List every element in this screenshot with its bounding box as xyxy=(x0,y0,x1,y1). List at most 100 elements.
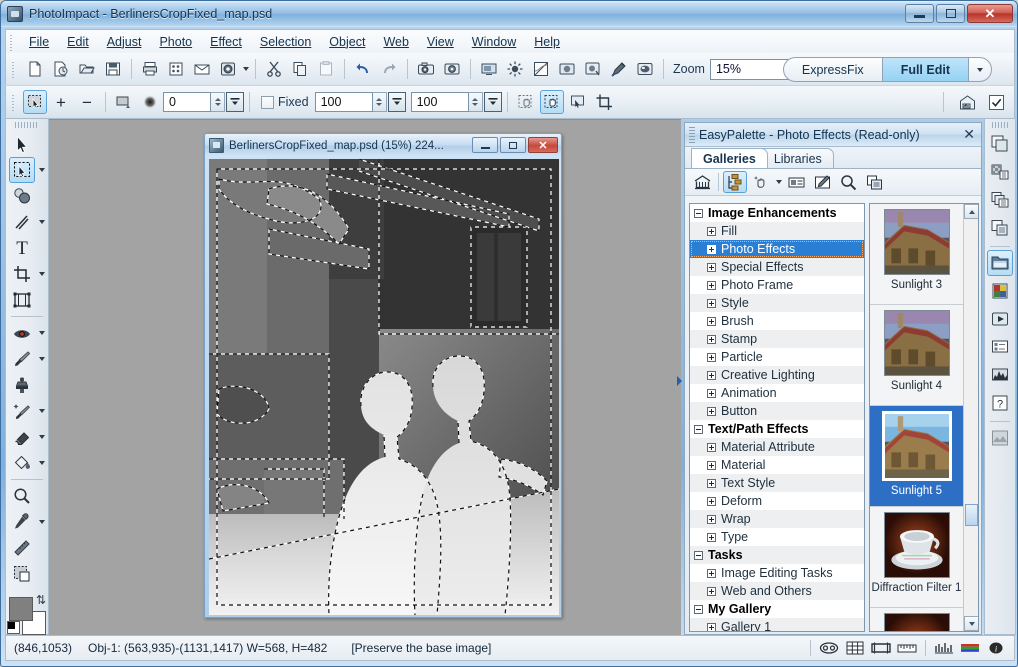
new-file-icon[interactable] xyxy=(23,57,47,81)
save-icon[interactable] xyxy=(101,57,125,81)
close-icon[interactable]: ✕ xyxy=(963,127,975,141)
standard-selection-tool-icon[interactable] xyxy=(9,157,35,184)
apply-hand-icon[interactable] xyxy=(749,171,773,193)
tree-item-photo-effects[interactable]: Photo Effects xyxy=(690,240,864,258)
panel-collapse-arrow[interactable] xyxy=(677,376,683,386)
color-bars-icon[interactable] xyxy=(958,638,982,658)
new-from-template-icon[interactable] xyxy=(49,57,73,81)
tree-item-type[interactable]: Type xyxy=(690,528,864,546)
tool-row-clone[interactable] xyxy=(6,372,48,398)
object-manager-icon[interactable] xyxy=(987,187,1013,213)
ruler-toggle-icon[interactable] xyxy=(895,638,919,658)
subtract-from-selection-button[interactable]: − xyxy=(75,90,99,114)
mask-mode-tool-icon[interactable] xyxy=(9,561,35,587)
expand-icon[interactable] xyxy=(707,568,716,578)
menu-help[interactable]: Help xyxy=(525,32,569,52)
soft-edge-field[interactable]: 0 xyxy=(163,92,211,112)
tool-row-line[interactable] xyxy=(6,209,48,235)
tool-row-eyedropper[interactable] xyxy=(6,509,48,535)
soft-edge-dropdown[interactable] xyxy=(226,92,244,112)
tab-libraries[interactable]: Libraries xyxy=(761,148,834,168)
line-tool-flyout[interactable] xyxy=(39,220,45,225)
menu-view[interactable]: View xyxy=(418,32,463,52)
transform-tool-icon[interactable] xyxy=(9,287,35,313)
expressfix-button[interactable]: ExpressFix xyxy=(784,58,883,81)
quick-command-panel-icon[interactable] xyxy=(987,306,1013,332)
gallery-home-icon[interactable] xyxy=(690,171,714,193)
easypalette-grip[interactable] xyxy=(689,126,695,143)
eyedropper-tool-icon[interactable] xyxy=(9,509,35,535)
swap-colors-icon[interactable]: ⇅ xyxy=(36,593,46,607)
eraser-tool-flyout[interactable] xyxy=(39,434,45,439)
crop-tool-icon[interactable] xyxy=(9,261,35,287)
tree-item-photo-frame[interactable]: Photo Frame xyxy=(690,276,864,294)
tool-row-selection[interactable] xyxy=(6,157,48,184)
gallery-item[interactable]: Sunlight 4 xyxy=(870,305,963,406)
help-panel-icon[interactable]: ? xyxy=(987,390,1013,416)
soft-edge-icon[interactable] xyxy=(138,90,162,114)
camera-acquire-icon[interactable] xyxy=(414,57,438,81)
collapse-icon[interactable] xyxy=(694,604,703,614)
crop-tool-flyout[interactable] xyxy=(39,272,45,277)
tree-item-web-and-others[interactable]: Web and Others xyxy=(690,582,864,600)
scrollbar-thumb[interactable] xyxy=(965,504,978,526)
tree-view-icon[interactable] xyxy=(723,171,747,193)
menu-effect[interactable]: Effect xyxy=(201,32,251,52)
duplicate-icon[interactable] xyxy=(862,171,886,193)
dock-grip[interactable] xyxy=(992,122,1008,128)
expand-icon[interactable] xyxy=(707,586,716,596)
brush-tool-flyout[interactable] xyxy=(39,356,45,361)
expand-icon[interactable] xyxy=(707,460,716,470)
tree-item-brush[interactable]: Brush xyxy=(690,312,864,330)
expand-icon[interactable] xyxy=(707,496,716,506)
menu-grip[interactable] xyxy=(8,32,17,51)
foreground-color-swatch[interactable] xyxy=(9,596,33,621)
gallery-item[interactable]: Sunlight 3 xyxy=(870,204,963,305)
expand-icon[interactable] xyxy=(707,478,716,488)
mask-panel-icon[interactable] xyxy=(987,159,1013,185)
selection-marquee-icon[interactable] xyxy=(23,90,47,114)
expand-icon[interactable] xyxy=(707,622,716,631)
menu-window[interactable]: Window xyxy=(463,32,525,52)
frame-toggle-icon[interactable] xyxy=(869,638,893,658)
redeye-tool-flyout[interactable] xyxy=(39,330,45,335)
expand-icon[interactable] xyxy=(707,406,716,416)
expand-icon[interactable] xyxy=(707,532,716,542)
scanner-icon[interactable] xyxy=(440,57,464,81)
selection-tool-flyout[interactable] xyxy=(39,168,45,173)
menu-edit[interactable]: Edit xyxy=(58,32,98,52)
tool-row-retouch[interactable] xyxy=(6,398,48,424)
collapse-icon[interactable] xyxy=(694,208,703,218)
tone-curve-icon[interactable] xyxy=(529,57,553,81)
grab-selected-icon[interactable] xyxy=(539,90,564,114)
menu-adjust[interactable]: Adjust xyxy=(98,32,151,52)
print-icon[interactable] xyxy=(138,57,162,81)
menu-object[interactable]: Object xyxy=(320,32,374,52)
tree-item-stamp[interactable]: Stamp xyxy=(690,330,864,348)
gallery-tree[interactable]: Image Enhancements Fill Photo Effects Speci… xyxy=(689,203,865,632)
path-drawing-tool-icon[interactable] xyxy=(9,183,35,209)
menu-file[interactable]: File xyxy=(20,32,58,52)
fixed-height-dropdown[interactable] xyxy=(483,92,502,112)
paintbrush-tool-icon[interactable] xyxy=(9,346,35,372)
fixed-width-stepper[interactable] xyxy=(372,92,387,112)
bucket-tool-flyout[interactable] xyxy=(39,460,45,465)
tree-item-image-editing-tasks[interactable]: Image Editing Tasks xyxy=(690,564,864,582)
email-icon[interactable] xyxy=(190,57,214,81)
tool-row-zoom[interactable] xyxy=(6,483,48,509)
selection-shape-icon[interactable] xyxy=(112,90,136,114)
histogram-panel-icon[interactable] xyxy=(987,362,1013,388)
expand-icon[interactable] xyxy=(707,298,716,308)
tree-item-text-path-effects[interactable]: Text/Path Effects xyxy=(690,420,864,438)
tree-item-button[interactable]: Button xyxy=(690,402,864,420)
tab-galleries[interactable]: Galleries xyxy=(691,148,768,168)
close-button[interactable]: ✕ xyxy=(967,4,1013,23)
grab-unselected-icon[interactable] xyxy=(514,90,538,114)
tool-row-path[interactable] xyxy=(6,183,48,209)
menu-web[interactable]: Web xyxy=(374,32,417,52)
document-close-button[interactable]: ✕ xyxy=(528,137,558,153)
menu-selection[interactable]: Selection xyxy=(251,32,320,52)
tool-row-pick[interactable] xyxy=(6,131,48,157)
red-eye-icon[interactable] xyxy=(581,57,605,81)
cut-icon[interactable] xyxy=(262,57,286,81)
